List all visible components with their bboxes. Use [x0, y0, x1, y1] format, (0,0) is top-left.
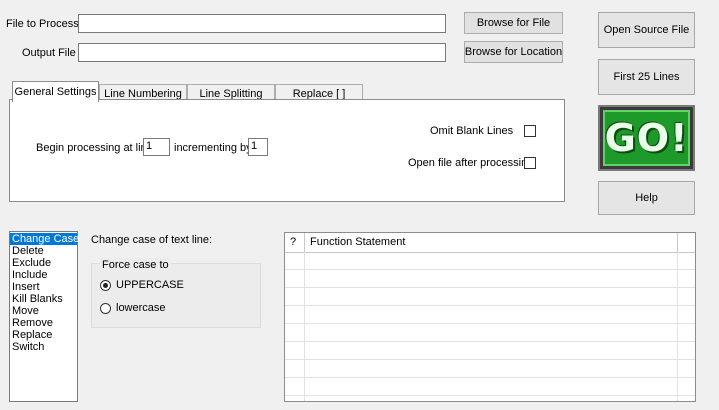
- list-item-exclude[interactable]: Exclude: [10, 257, 77, 269]
- output-file-input[interactable]: [78, 43, 446, 62]
- table-row[interactable]: [285, 288, 695, 306]
- begin-line-input[interactable]: 1: [143, 138, 170, 156]
- table-row[interactable]: [285, 360, 695, 378]
- table-row[interactable]: [285, 378, 695, 396]
- grid-column-divider: [304, 252, 305, 401]
- list-item-move[interactable]: Move: [10, 305, 77, 317]
- begin-processing-label: Begin processing at line: [36, 142, 153, 154]
- incrementing-by-label: incrementing by: [174, 142, 252, 154]
- omit-blank-lines-label: Omit Blank Lines: [430, 125, 514, 137]
- file-to-process-input[interactable]: [78, 14, 446, 33]
- table-row[interactable]: [285, 270, 695, 288]
- go-logo: GO!: [603, 110, 690, 166]
- uppercase-radio[interactable]: [100, 280, 111, 291]
- change-case-title: Change case of text line:: [91, 234, 213, 246]
- output-file-label: Output File: [22, 47, 76, 59]
- list-item-switch[interactable]: Switch: [10, 341, 77, 353]
- open-after-processing-label: Open file after processing: [408, 157, 534, 169]
- table-row[interactable]: [285, 252, 695, 270]
- list-item-insert[interactable]: Insert: [10, 281, 77, 293]
- lowercase-label[interactable]: lowercase: [116, 301, 166, 315]
- first-25-lines-button[interactable]: First 25 Lines: [598, 59, 695, 95]
- list-item-remove[interactable]: Remove: [10, 317, 77, 329]
- general-settings-panel: Begin processing at line 1 incrementing …: [9, 99, 565, 202]
- increment-input[interactable]: 1: [248, 138, 268, 156]
- go-button[interactable]: GO!: [598, 105, 695, 171]
- grid-header: ? Function Statement: [285, 233, 695, 253]
- omit-blank-lines-checkbox[interactable]: [524, 125, 536, 137]
- list-item-include[interactable]: Include: [10, 269, 77, 281]
- force-case-group-label: Force case to: [100, 258, 171, 272]
- table-row[interactable]: [285, 306, 695, 324]
- grid-header-flag[interactable]: ?: [285, 233, 305, 252]
- list-item-replace[interactable]: Replace: [10, 329, 77, 341]
- browse-for-location-button[interactable]: Browse for Location: [464, 41, 563, 63]
- uppercase-label[interactable]: UPPERCASE: [116, 278, 184, 292]
- list-item-change-case[interactable]: Change Case: [10, 233, 79, 245]
- browse-for-file-button[interactable]: Browse for File: [464, 12, 563, 34]
- help-button[interactable]: Help: [598, 181, 695, 215]
- tab-general-settings[interactable]: General Settings: [12, 81, 99, 102]
- file-to-process-label: File to Process: [6, 18, 79, 30]
- function-statement-grid[interactable]: ? Function Statement: [284, 232, 696, 402]
- list-item-kill-blanks[interactable]: Kill Blanks: [10, 293, 77, 305]
- function-list[interactable]: Change Case Delete Exclude Include Inser…: [9, 231, 79, 402]
- open-after-processing-checkbox[interactable]: [524, 157, 536, 169]
- table-row[interactable]: [285, 324, 695, 342]
- lowercase-radio[interactable]: [100, 303, 111, 314]
- list-item-delete[interactable]: Delete: [10, 245, 77, 257]
- table-row[interactable]: [285, 342, 695, 360]
- force-case-group: Force case to UPPERCASE lowercase: [91, 258, 261, 328]
- grid-header-function-statement[interactable]: Function Statement: [305, 233, 678, 252]
- open-source-file-button[interactable]: Open Source File: [598, 12, 695, 48]
- grid-column-divider: [677, 252, 678, 401]
